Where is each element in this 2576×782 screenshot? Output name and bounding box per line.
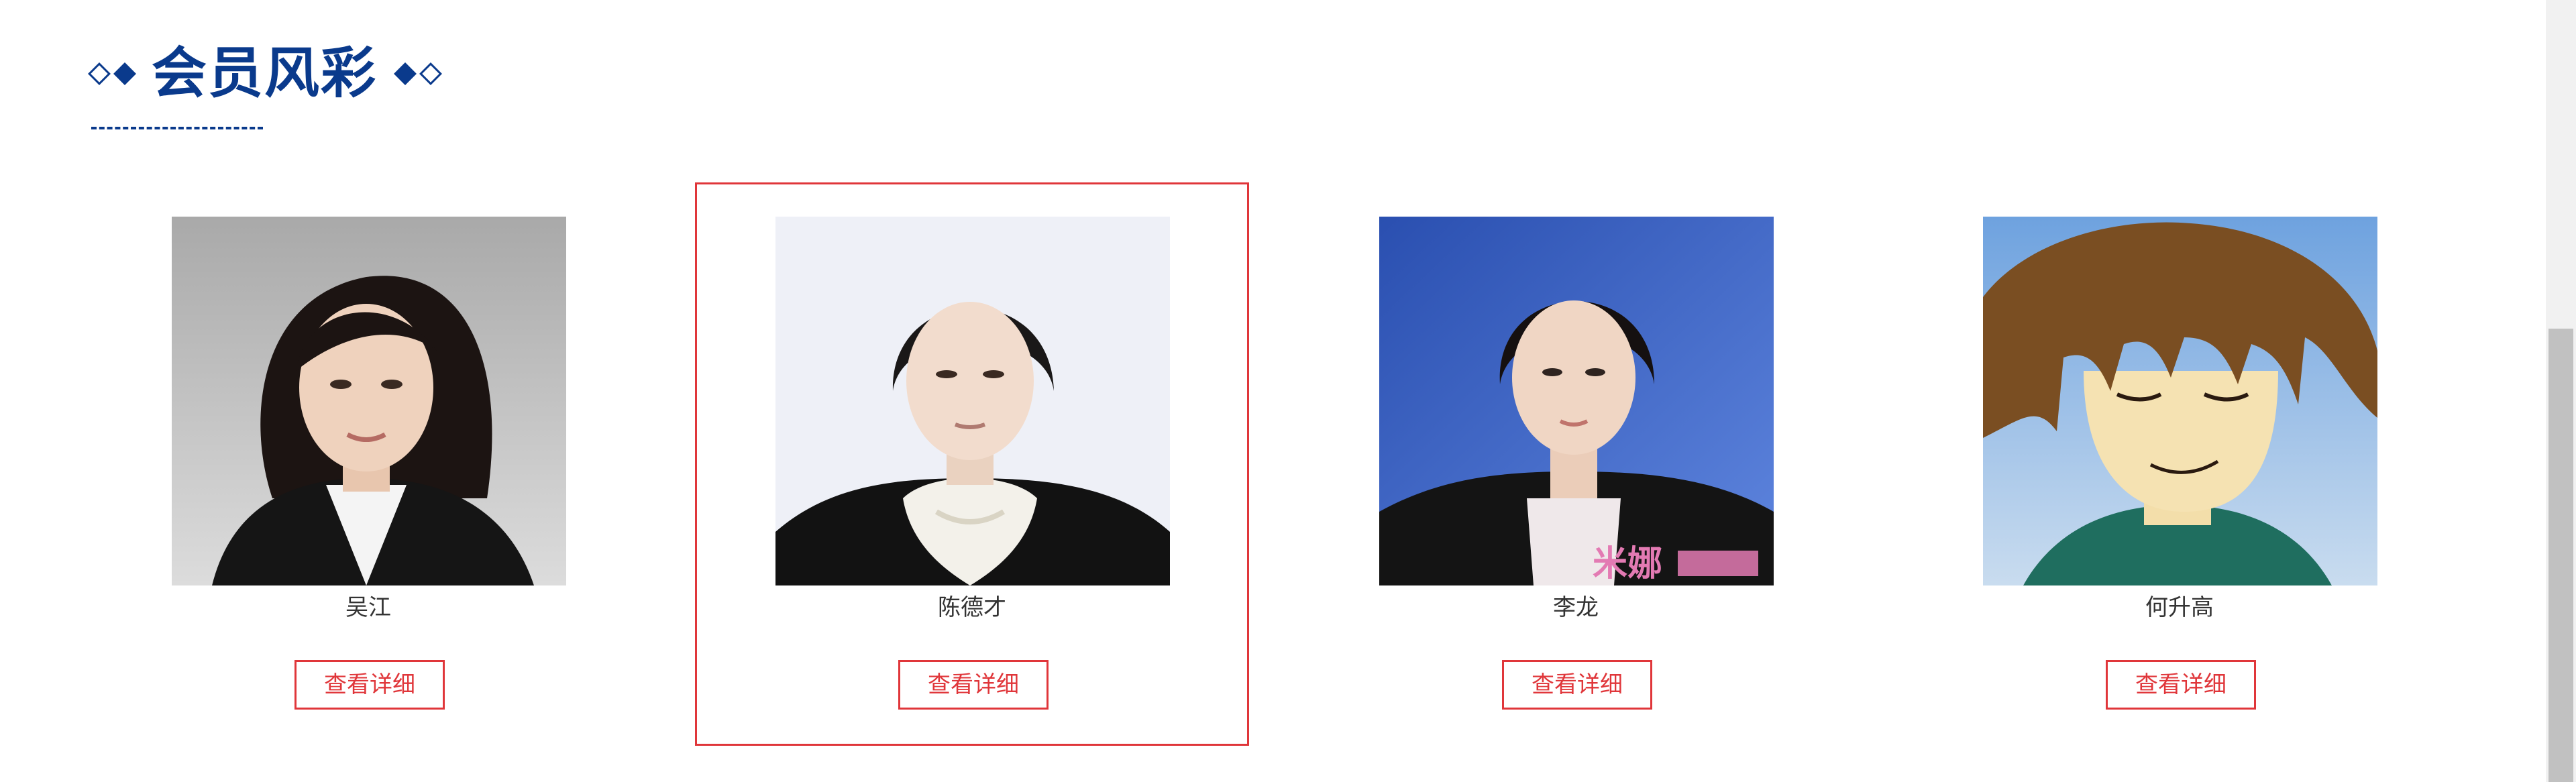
member-card[interactable]: 何升高 查看详细 (1902, 182, 2457, 746)
member-photo[interactable] (775, 217, 1170, 585)
member-name: 何升高 (2145, 594, 2214, 621)
photo-watermark: 米娜 (1593, 544, 1662, 584)
member-photo[interactable] (172, 217, 566, 585)
member-card[interactable]: 陈德才 查看详细 (695, 182, 1249, 746)
view-details-button[interactable]: 查看详细 (1502, 660, 1652, 710)
member-name: 陈德才 (938, 594, 1006, 621)
member-photo[interactable] (1983, 217, 2377, 585)
member-card[interactable]: 吴江 查看详细 (91, 182, 645, 746)
view-details-button[interactable]: 查看详细 (898, 660, 1049, 710)
view-details-button[interactable]: 查看详细 (294, 660, 445, 710)
vertical-scrollbar-thumb[interactable] (2548, 329, 2573, 782)
member-photo[interactable]: 米娜 (1379, 217, 1774, 585)
member-name: 吴江 (345, 594, 391, 621)
view-details-button[interactable]: 查看详细 (2106, 660, 2256, 710)
member-cards: 吴江 查看详细 陈德才 查看详细 米娜 李龙 查看详细 何升高 查看详细 (0, 0, 2536, 782)
member-name: 李龙 (1553, 594, 1599, 621)
page: 会员风彩 吴江 查看详细 陈德才 查看详细 米娜 李龙 查看详细 何升高 查看详… (0, 0, 2576, 782)
member-card[interactable]: 米娜 李龙 查看详细 (1299, 182, 1853, 746)
